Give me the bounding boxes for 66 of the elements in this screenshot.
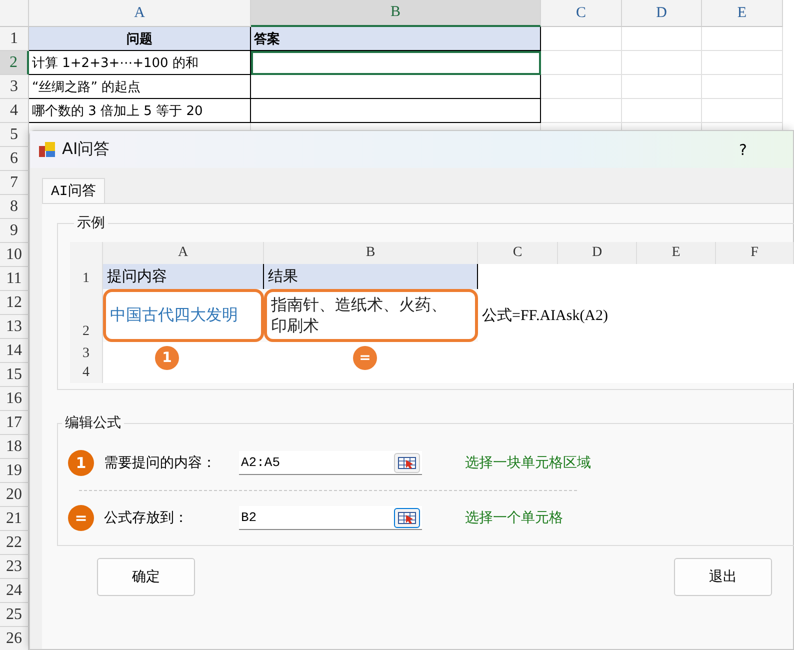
column-header: D (558, 242, 637, 264)
question-cell: 计算 1+2+3+⋯+100 的和 (29, 51, 251, 75)
column-header[interactable]: C (541, 0, 622, 27)
row-header[interactable]: 26 (0, 627, 29, 650)
column-header[interactable]: E (702, 0, 783, 27)
row-header[interactable]: 2 (0, 51, 29, 75)
result-cell: 指南针、造纸术、火药、印刷术 (264, 289, 478, 342)
row-header: 4 (70, 364, 103, 383)
column-header[interactable]: A (29, 0, 251, 27)
row-header[interactable]: 21 (0, 507, 29, 531)
group-title: 示例 (76, 214, 106, 232)
field-hint: 选择一块单元格区域 (465, 454, 591, 472)
row-header[interactable]: 9 (0, 219, 29, 243)
range-input[interactable]: B2 (239, 506, 422, 530)
ok-button[interactable]: 确定 (97, 558, 195, 596)
question-cell: 中国古代四大发明 (103, 289, 264, 342)
row-header[interactable]: 5 (0, 123, 29, 147)
field-label: 公式存放到： (104, 509, 189, 527)
row-header[interactable]: 11 (0, 267, 29, 291)
tab[interactable]: AI问答 (42, 178, 105, 203)
column-header[interactable]: D (622, 0, 702, 27)
header-cell: 答案 (251, 27, 541, 51)
formula-note: 公式=FF.AIAsk(A2) (478, 289, 794, 342)
row-header[interactable]: 3 (0, 75, 29, 99)
column-header: E (637, 242, 716, 264)
help-button[interactable]: ? (739, 140, 747, 158)
question-cell: “丝绸之路” 的起点 (29, 75, 251, 99)
row-header[interactable]: 18 (0, 435, 29, 459)
row-header[interactable]: 7 (0, 171, 29, 195)
row-header[interactable]: 15 (0, 363, 29, 387)
row-header[interactable]: 6 (0, 147, 29, 171)
row-header: 1 (70, 264, 103, 289)
row-header[interactable]: 17 (0, 411, 29, 435)
row-header[interactable]: 23 (0, 555, 29, 579)
step-badge: = (68, 505, 94, 531)
row-header[interactable]: 25 (0, 603, 29, 627)
row-header[interactable]: 12 (0, 291, 29, 315)
row-header[interactable]: 4 (0, 99, 29, 123)
row-header[interactable]: 20 (0, 483, 29, 507)
row-header[interactable]: 19 (0, 459, 29, 483)
window-title: AI问答 (62, 139, 111, 160)
column-header[interactable]: B (251, 0, 541, 27)
row-header[interactable]: 13 (0, 315, 29, 339)
row-header: 3 (70, 342, 103, 364)
column-header: C (478, 242, 558, 264)
row-header[interactable]: 1 (0, 27, 29, 51)
field-hint: 选择一个单元格 (465, 509, 563, 527)
column-header: B (264, 242, 478, 264)
field-label: 需要提问的内容： (104, 454, 217, 472)
row-header: 2 (70, 289, 103, 342)
row-header[interactable]: 16 (0, 387, 29, 411)
header-cell: 问题 (29, 27, 251, 51)
row-header[interactable]: 10 (0, 243, 29, 267)
range-input[interactable]: A2:A5 (239, 451, 422, 475)
header-cell: 结果 (264, 264, 478, 289)
exit-button[interactable]: 退出 (674, 558, 772, 596)
column-header: A (103, 242, 264, 264)
row-header[interactable]: 14 (0, 339, 29, 363)
group-title: 编辑公式 (64, 414, 122, 432)
column-header: F (716, 242, 794, 264)
step-badge: 1 (68, 450, 94, 476)
row-header[interactable]: 24 (0, 579, 29, 603)
header-cell: 提问内容 (103, 264, 264, 289)
row-header[interactable]: 22 (0, 531, 29, 555)
question-cell: 哪个数的 3 倍加上 5 等于 20 (29, 99, 251, 123)
row-header[interactable]: 8 (0, 195, 29, 219)
